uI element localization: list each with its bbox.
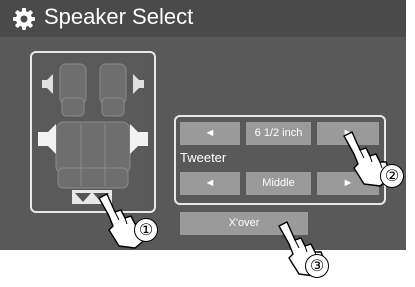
gear-icon <box>13 8 35 30</box>
tweeter-label: Tweeter <box>180 150 227 165</box>
speaker-size-label: 6 1/2 inch <box>254 127 303 139</box>
speaker-select-screen: Speaker Select ◄ 6 1/2 inch ► Tweeter ◄ … <box>0 0 406 250</box>
crossover-position-value: Middle <box>246 172 311 195</box>
step-3-callout: ③ <box>305 254 329 278</box>
page-title: Speaker Select <box>44 4 194 29</box>
crossover-position-label: Middle <box>262 177 295 189</box>
left-arrow-icon: ◄ <box>204 127 216 139</box>
crossover-prev-button[interactable]: ◄ <box>180 172 240 195</box>
car-seat-diagram[interactable] <box>38 58 148 206</box>
left-arrow-icon: ◄ <box>204 177 216 189</box>
step-2-callout: ② <box>380 164 404 188</box>
size-prev-button[interactable]: ◄ <box>180 122 240 145</box>
step-1-callout: ① <box>134 218 158 242</box>
speaker-size-value: 6 1/2 inch <box>246 122 311 145</box>
title-bar: Speaker Select <box>0 0 406 37</box>
